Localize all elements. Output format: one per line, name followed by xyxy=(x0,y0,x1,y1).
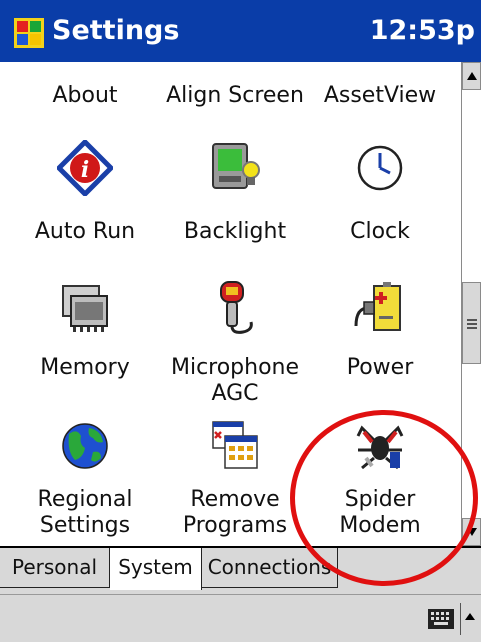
tab-system[interactable]: System xyxy=(110,548,202,590)
settings-item-microphone-agc[interactable]: Microphone AGC xyxy=(160,280,310,410)
autorun-icon: i xyxy=(57,140,113,196)
grip-line xyxy=(467,327,477,329)
settings-item-assetview[interactable]: AssetView xyxy=(305,62,455,122)
settings-item-auto-run[interactable]: i Auto Run xyxy=(10,140,160,260)
settings-item-label-line2: Programs xyxy=(182,513,288,538)
svg-text:i: i xyxy=(81,157,89,183)
settings-item-label: Regional xyxy=(37,487,133,512)
memory-icon xyxy=(62,285,108,332)
settings-item-label: Memory xyxy=(40,355,130,380)
start-menu-flag-icon[interactable] xyxy=(14,18,44,48)
settings-item-clock[interactable]: Clock xyxy=(305,140,455,260)
settings-item-about[interactable]: About xyxy=(10,62,160,122)
settings-item-label: Auto Run xyxy=(34,219,136,244)
settings-item-regional-settings[interactable]: Regional Settings xyxy=(10,418,160,546)
settings-item-label: Remove xyxy=(190,487,280,512)
settings-item-label: About xyxy=(52,83,118,108)
settings-item-memory[interactable]: Memory xyxy=(10,280,160,410)
settings-item-label: Clock xyxy=(350,219,410,244)
scroll-thumb[interactable] xyxy=(462,282,481,364)
settings-item-label: AssetView xyxy=(323,83,437,108)
keyboard-icon[interactable] xyxy=(428,609,454,629)
settings-item-label-line2: AGC xyxy=(211,381,259,406)
settings-item-power[interactable]: Power xyxy=(305,280,455,410)
title-bar: Settings 12:53p xyxy=(0,0,481,62)
backlight-icon xyxy=(212,143,260,189)
clock-icon xyxy=(357,145,403,191)
command-bar xyxy=(0,594,481,642)
remove-programs-icon xyxy=(212,421,258,469)
grip-line xyxy=(467,319,477,321)
input-panel-toggle[interactable] xyxy=(460,603,480,635)
settings-item-label: Power xyxy=(346,355,414,380)
about-icon xyxy=(57,62,113,68)
settings-item-label: Align Screen xyxy=(166,83,304,108)
settings-item-remove-programs[interactable]: Remove Programs xyxy=(160,418,310,546)
settings-item-label-line2: Settings xyxy=(39,513,131,538)
microphone-icon xyxy=(220,281,253,334)
settings-item-label: Backlight xyxy=(183,219,287,244)
arrow-up-icon xyxy=(467,72,477,80)
app-title: Settings xyxy=(52,15,180,46)
highlight-annotation-circle xyxy=(290,410,478,586)
settings-item-align-screen[interactable]: Align Screen xyxy=(160,62,310,122)
power-icon xyxy=(354,282,401,331)
arrow-up-icon xyxy=(465,613,475,620)
grip-line xyxy=(467,323,477,325)
clock-time[interactable]: 12:53p xyxy=(370,14,475,48)
scroll-up-button[interactable] xyxy=(462,62,481,90)
tab-personal[interactable]: Personal xyxy=(0,548,110,588)
globe-icon xyxy=(62,423,108,469)
settings-item-backlight[interactable]: Backlight xyxy=(160,140,310,260)
align-screen-icon xyxy=(207,62,263,68)
assetview-icon xyxy=(352,62,408,68)
settings-item-label: Microphone xyxy=(170,355,300,380)
